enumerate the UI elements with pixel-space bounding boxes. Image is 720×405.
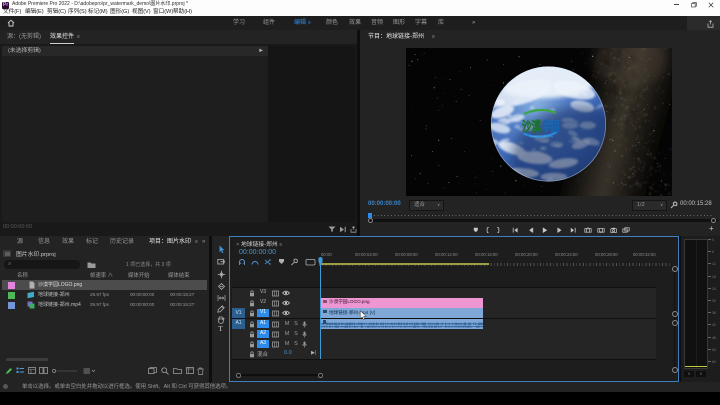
svg-text:学园: 学园 — [543, 119, 561, 134]
svg-text:SHAMO XUEYUAN: SHAMO XUEYUAN — [530, 135, 553, 139]
svg-text:沙漠: 沙漠 — [522, 119, 542, 134]
